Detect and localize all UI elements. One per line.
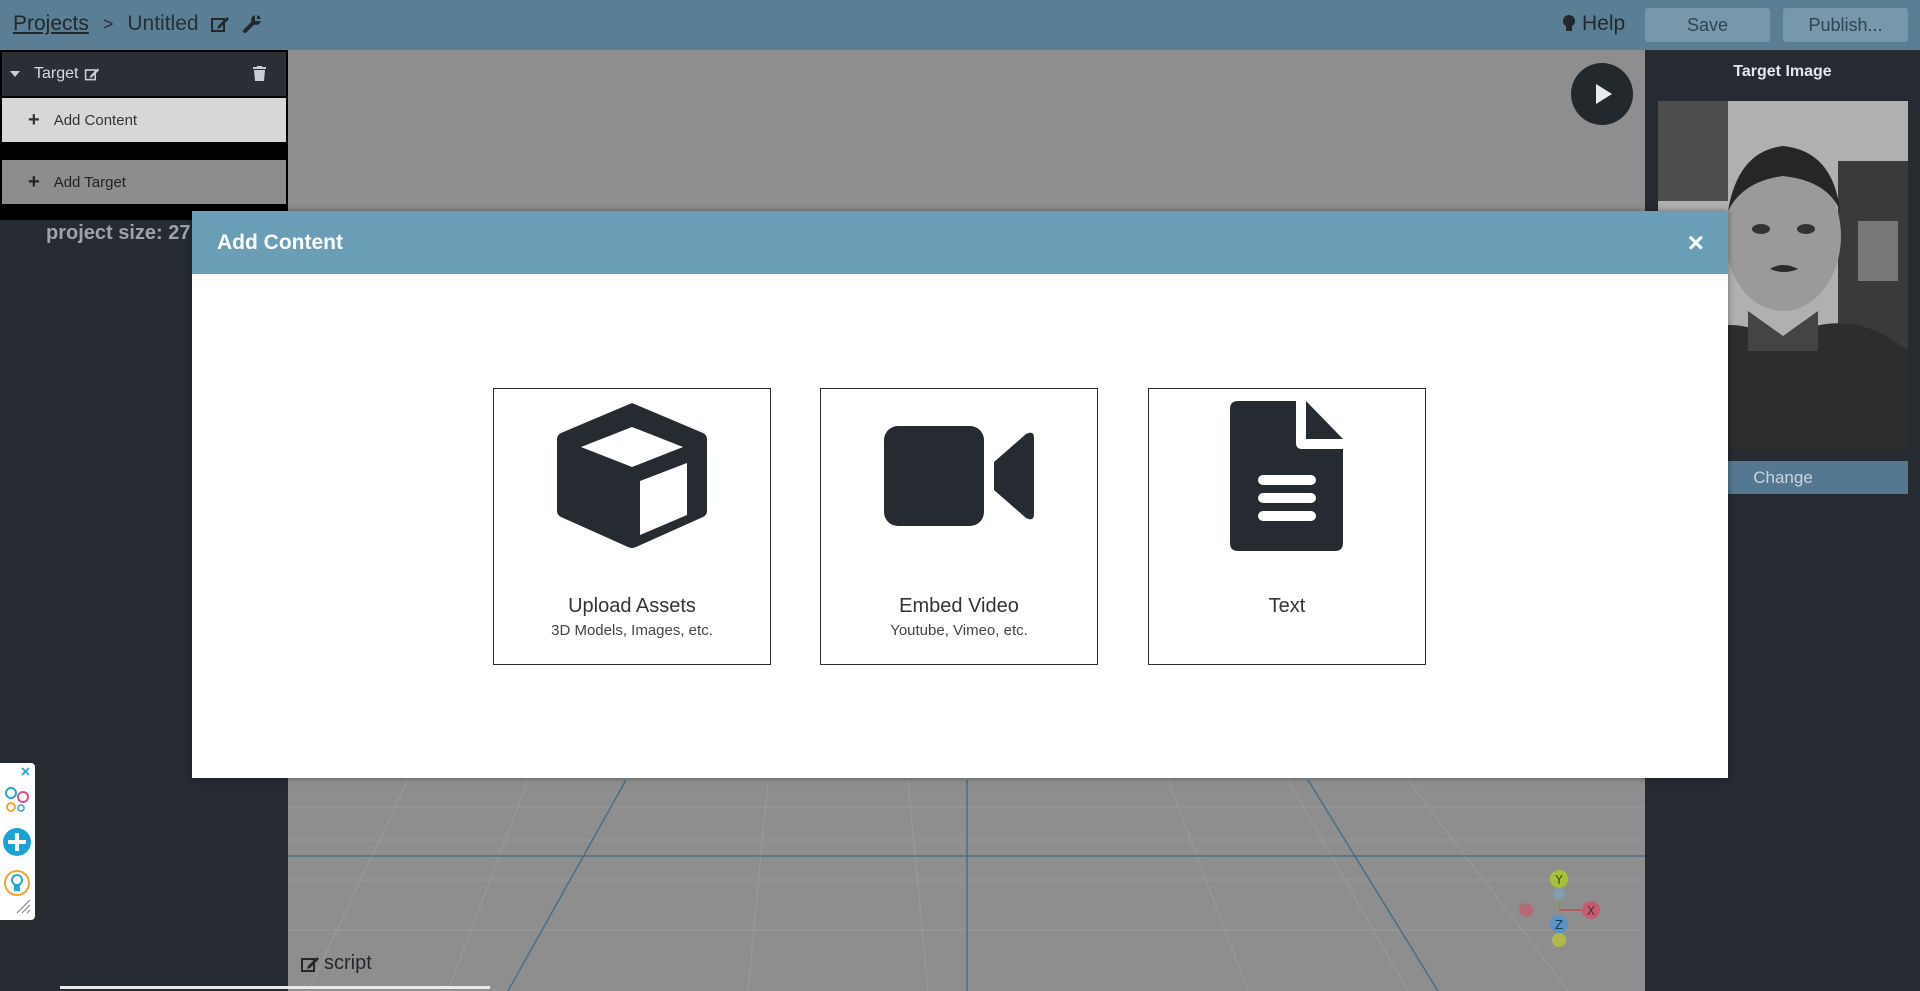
- dialog-header: Add Content ×: [192, 211, 1728, 274]
- video-camera-icon: [821, 401, 1097, 551]
- add-icon: [3, 828, 31, 856]
- close-icon: [21, 767, 30, 776]
- circles-icon: [5, 787, 29, 812]
- close-icon[interactable]: ×: [1688, 229, 1704, 257]
- text-option-title: Text: [1268, 595, 1306, 617]
- upload-assets-option[interactable]: Upload Assets 3D Models, Images, etc.: [493, 388, 771, 665]
- dialog-title: Add Content: [217, 230, 343, 254]
- scrollbar-track[interactable]: [60, 986, 490, 989]
- cube-icon: [494, 401, 770, 551]
- resize-handle-icon: [16, 899, 31, 914]
- upload-assets-title: Upload Assets: [568, 595, 696, 617]
- embed-video-title: Embed Video: [899, 595, 1019, 617]
- upload-assets-subtitle: 3D Models, Images, etc.: [551, 622, 713, 639]
- lightbulb-icon: [4, 870, 30, 896]
- document-icon: [1149, 401, 1425, 551]
- embed-video-subtitle: Youtube, Vimeo, etc.: [890, 622, 1028, 639]
- floating-widget: [0, 763, 35, 920]
- embed-video-option[interactable]: Embed Video Youtube, Vimeo, etc.: [820, 388, 1098, 665]
- add-content-dialog: Add Content × Upload Assets 3D Models, I…: [192, 211, 1728, 778]
- text-option[interactable]: Text: [1148, 388, 1426, 665]
